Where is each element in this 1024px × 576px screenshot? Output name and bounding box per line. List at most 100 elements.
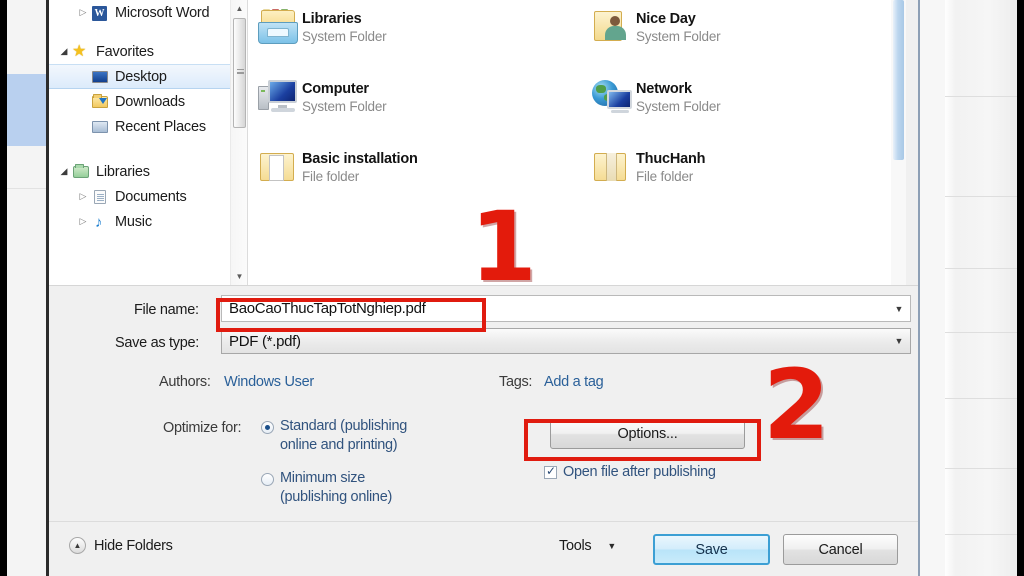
- sidebar-item-label: Desktop: [115, 68, 167, 85]
- radio-minimum-size[interactable]: [261, 473, 274, 486]
- sidebar-item-label: Microsoft Word: [115, 4, 210, 21]
- list-item[interactable]: Nice Day System Folder: [590, 8, 721, 50]
- libraries-icon: [71, 163, 91, 181]
- star-icon: ★: [72, 42, 87, 60]
- file-name: Libraries: [302, 11, 362, 27]
- file-type: System Folder: [636, 29, 721, 44]
- background-rule: [945, 196, 1018, 197]
- tools-menu-button[interactable]: Tools ▼: [559, 538, 616, 554]
- chevron-down-icon[interactable]: ▼: [888, 329, 910, 353]
- file-name: ThucHanh: [636, 151, 706, 167]
- scrollbar-thumb[interactable]: [893, 0, 904, 160]
- twisty-collapsed-icon[interactable]: ▷: [76, 7, 90, 18]
- letterbox-left: [0, 0, 7, 576]
- scrollbar-thumb[interactable]: [233, 18, 246, 128]
- scroll-up-icon[interactable]: ▲: [231, 0, 247, 17]
- scroll-down-icon[interactable]: ▼: [231, 268, 247, 285]
- documents-icon: [90, 188, 110, 206]
- sidebar-item-label: Favorites: [96, 43, 154, 60]
- background-rule: [945, 468, 1018, 469]
- word-icon: W: [90, 4, 110, 22]
- libraries-folder-icon: [256, 8, 302, 50]
- options-button[interactable]: Options...: [550, 419, 745, 449]
- downloads-folder-icon: [90, 93, 110, 111]
- open-after-publishing-label: Open file after publishing: [563, 464, 716, 480]
- background-rule: [945, 268, 1018, 269]
- background-document-right: [945, 0, 1018, 576]
- file-type: System Folder: [302, 29, 387, 44]
- twisty-expanded-icon[interactable]: ◢: [57, 166, 71, 177]
- sidebar-item-recent-places[interactable]: ▷ Recent Places: [49, 114, 247, 139]
- sidebar-item-downloads[interactable]: ▷ Downloads: [49, 89, 247, 114]
- add-a-tag-link[interactable]: Add a tag: [544, 374, 604, 390]
- list-item[interactable]: ThucHanh File folder: [590, 148, 705, 190]
- file-type: System Folder: [636, 99, 721, 114]
- save-as-type-label: Save as type:: [115, 335, 199, 351]
- hide-folders-label: Hide Folders: [94, 537, 173, 554]
- file-name-input[interactable]: BaoCaoThucTapTotNghiep.pdf ▼: [221, 295, 911, 322]
- twisty-none-icon: ▷: [76, 96, 90, 107]
- file-type: File folder: [302, 169, 360, 184]
- cancel-button[interactable]: Cancel: [783, 534, 898, 565]
- user-folder-icon: [590, 8, 636, 50]
- computer-icon: [256, 78, 302, 120]
- file-type: File folder: [636, 169, 694, 184]
- recent-places-icon: [90, 118, 110, 136]
- sidebar-item-libraries[interactable]: ◢ Libraries: [49, 159, 247, 184]
- letterbox-right: [1017, 0, 1024, 576]
- desktop-icon: [90, 68, 110, 86]
- navigation-pane-scrollbar[interactable]: ▲ ▼: [230, 0, 247, 285]
- authors-value[interactable]: Windows User: [224, 374, 314, 390]
- folder-icon: [590, 148, 636, 190]
- sidebar-item-label: Recent Places: [115, 118, 206, 135]
- background-rule: [945, 96, 1018, 97]
- open-after-publishing-row[interactable]: Open file after publishing: [544, 464, 716, 480]
- sidebar-item-desktop[interactable]: ▷ Desktop: [49, 64, 247, 89]
- background-rule: [945, 534, 1018, 535]
- chevron-down-icon[interactable]: ▼: [607, 541, 616, 551]
- list-item[interactable]: Basic installation File folder: [256, 148, 418, 190]
- file-name: Nice Day: [636, 11, 696, 27]
- twisty-collapsed-icon[interactable]: ▷: [76, 191, 90, 202]
- sidebar-item-label: Documents: [115, 188, 187, 205]
- list-item[interactable]: Computer System Folder: [256, 78, 387, 120]
- sidebar-item-label: Libraries: [96, 163, 150, 180]
- sidebar-item-favorites[interactable]: ◢ ★ Favorites: [49, 39, 247, 64]
- optimize-for-label: Optimize for:: [163, 420, 242, 436]
- tags-label: Tags:: [499, 374, 533, 390]
- chevron-down-icon[interactable]: ▼: [888, 296, 910, 321]
- twisty-none-icon: ▷: [76, 71, 90, 82]
- save-button[interactable]: Save: [653, 534, 770, 565]
- background-selection-highlight: [6, 74, 46, 146]
- tools-label: Tools: [559, 538, 592, 554]
- sidebar-item-documents[interactable]: ▷ Documents: [49, 184, 247, 209]
- sidebar-item-microsoft-word[interactable]: ▷ W Microsoft Word: [49, 0, 247, 25]
- file-name-value: BaoCaoThucTapTotNghiep.pdf: [229, 300, 426, 317]
- sidebar-item-label: Music: [115, 213, 152, 230]
- sidebar-item-label: Downloads: [115, 93, 185, 110]
- list-item[interactable]: Network System Folder: [590, 78, 721, 120]
- background-rule: [945, 398, 1018, 399]
- annotation-step-2: 2: [763, 349, 830, 461]
- folder-open-icon: [256, 148, 302, 190]
- radio-standard-label-line2: online and printing): [280, 437, 398, 453]
- open-after-publishing-checkbox[interactable]: [544, 464, 557, 479]
- sidebar-item-music[interactable]: ▷ ♪ Music: [49, 209, 247, 234]
- list-item[interactable]: Libraries System Folder: [256, 8, 387, 50]
- hide-folders-button[interactable]: ▲ Hide Folders: [69, 537, 173, 554]
- background-rule: [945, 332, 1018, 333]
- radio-standard[interactable]: [261, 421, 274, 434]
- chevron-up-icon: ▲: [69, 537, 86, 554]
- file-name: Computer: [302, 81, 369, 97]
- radio-standard-label-line1: Standard (publishing: [280, 418, 408, 434]
- dialog-footer: ▲ Hide Folders Tools ▼ Save Cancel: [49, 521, 918, 576]
- authors-label: Authors:: [159, 374, 211, 390]
- network-icon: [590, 78, 636, 120]
- twisty-expanded-icon[interactable]: ◢: [57, 46, 71, 57]
- save-as-type-value: PDF (*.pdf): [229, 332, 301, 350]
- file-list[interactable]: Libraries System Folder Nice Day System …: [247, 0, 906, 285]
- radio-minimum-label-line2: (publishing online): [280, 489, 392, 505]
- file-list-scrollbar[interactable]: [891, 0, 906, 285]
- twisty-collapsed-icon[interactable]: ▷: [76, 216, 90, 227]
- radio-minimum-label-line1: Minimum size: [280, 470, 366, 486]
